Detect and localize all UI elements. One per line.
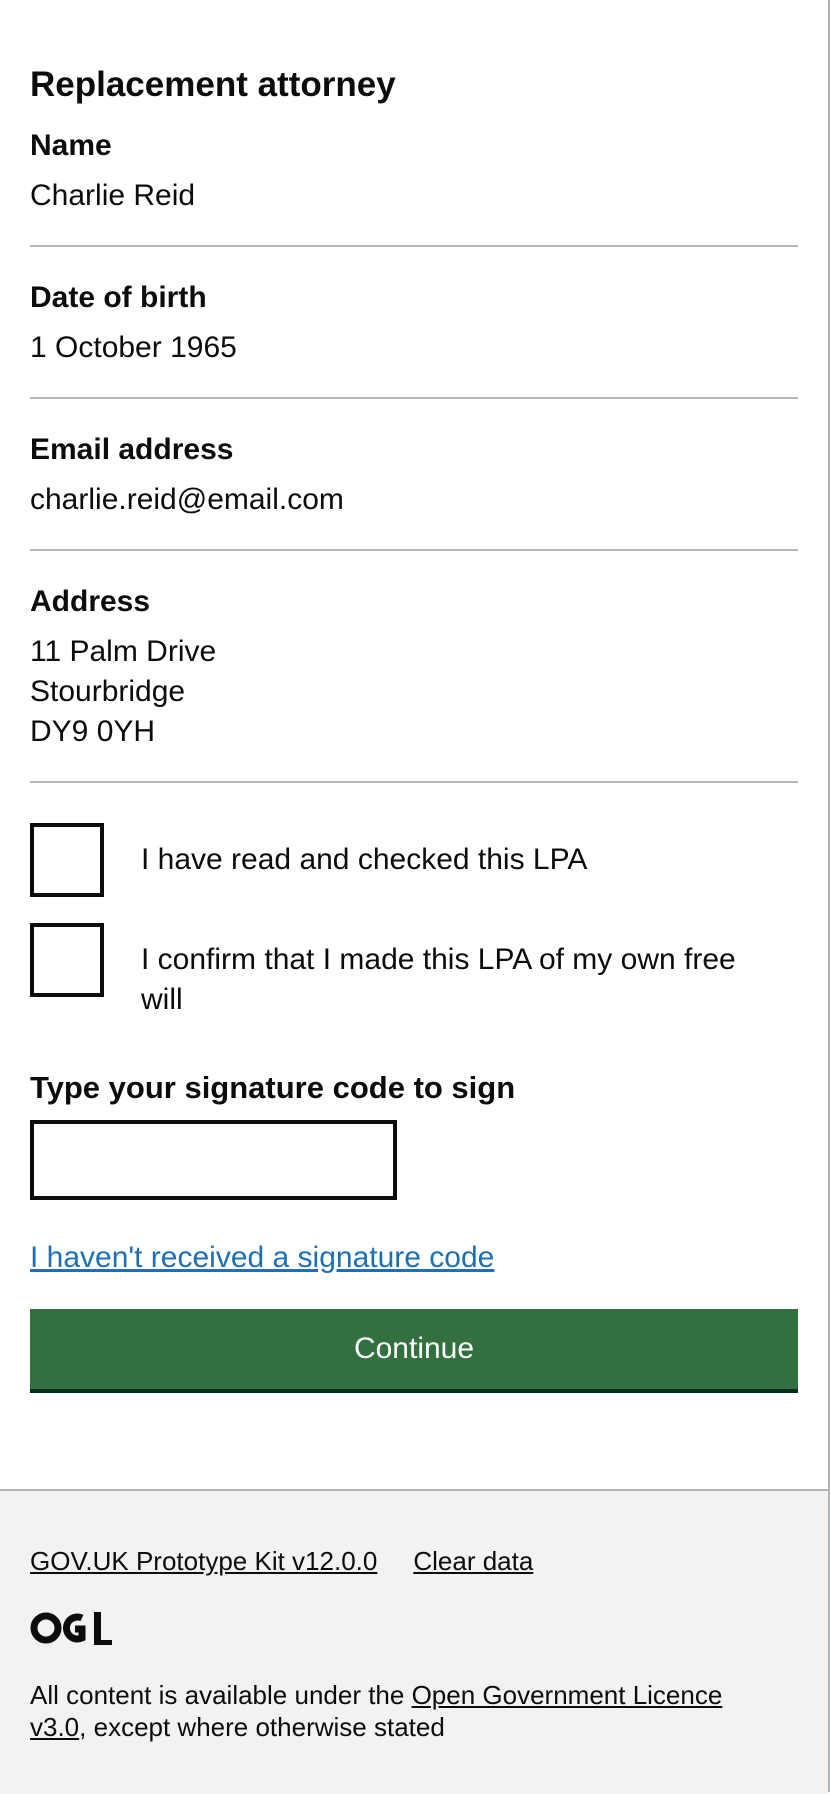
summary-row-dob: Date of birth 1 October 1965 <box>30 278 798 368</box>
summary-key-address: Address <box>30 585 151 618</box>
signature-code-label: Type your signature code to sign <box>30 1070 516 1105</box>
summary-divider <box>30 549 798 551</box>
checkbox-label[interactable]: I have read and checked this LPA <box>141 840 761 880</box>
prototype-kit-link[interactable]: GOV.UK Prototype Kit v12.0.0 <box>30 1544 377 1578</box>
summary-value-name: Charlie Reid <box>30 179 196 212</box>
address-line: Stourbridge <box>30 675 186 708</box>
checkbox-label[interactable]: I confirm that I made this LPA of my own… <box>141 940 761 1020</box>
checkbox-read-checked[interactable]: I have read and checked this LPA <box>30 823 798 897</box>
address-line: 11 Palm Drive <box>30 635 217 668</box>
clear-data-link[interactable]: Clear data <box>413 1544 533 1578</box>
summary-divider <box>30 245 798 247</box>
summary-key-name: Name <box>30 129 112 162</box>
summary-key-dob: Date of birth <box>30 281 207 314</box>
summary-row-email: Email address charlie.reid@email.com <box>30 430 798 520</box>
ogl-logo-icon <box>30 1612 112 1645</box>
checkbox-input[interactable] <box>30 923 104 997</box>
no-signature-code-link[interactable]: I haven't received a signature code <box>30 1238 494 1278</box>
summary-row-name: Name Charlie Reid <box>30 126 798 216</box>
summary-value-email: charlie.reid@email.com <box>30 483 344 516</box>
summary-value-address: 11 Palm Drive Stourbridge DY9 0YH <box>30 632 798 752</box>
summary-key-email: Email address <box>30 433 234 466</box>
summary-row-address: Address 11 Palm Drive Stourbridge DY9 0Y… <box>30 582 798 752</box>
summary-value-dob: 1 October 1965 <box>30 331 237 364</box>
licence-prefix: All content is available under the <box>30 1680 412 1710</box>
checkbox-input[interactable] <box>30 823 104 897</box>
section-heading: Replacement attorney <box>30 65 396 104</box>
summary-divider <box>30 781 798 783</box>
address-line: DY9 0YH <box>30 715 156 748</box>
summary-divider <box>30 397 798 399</box>
footer: GOV.UK Prototype Kit v12.0.0 Clear data … <box>0 1489 828 1794</box>
footer-links: GOV.UK Prototype Kit v12.0.0 Clear data <box>30 1544 533 1578</box>
licence-suffix: , except where otherwise stated <box>79 1712 445 1742</box>
checkbox-free-will[interactable]: I confirm that I made this LPA of my own… <box>30 923 798 1020</box>
licence-text: All content is available under the Open … <box>30 1679 770 1743</box>
continue-button[interactable]: Continue <box>30 1309 798 1389</box>
signature-code-input[interactable] <box>30 1120 397 1200</box>
